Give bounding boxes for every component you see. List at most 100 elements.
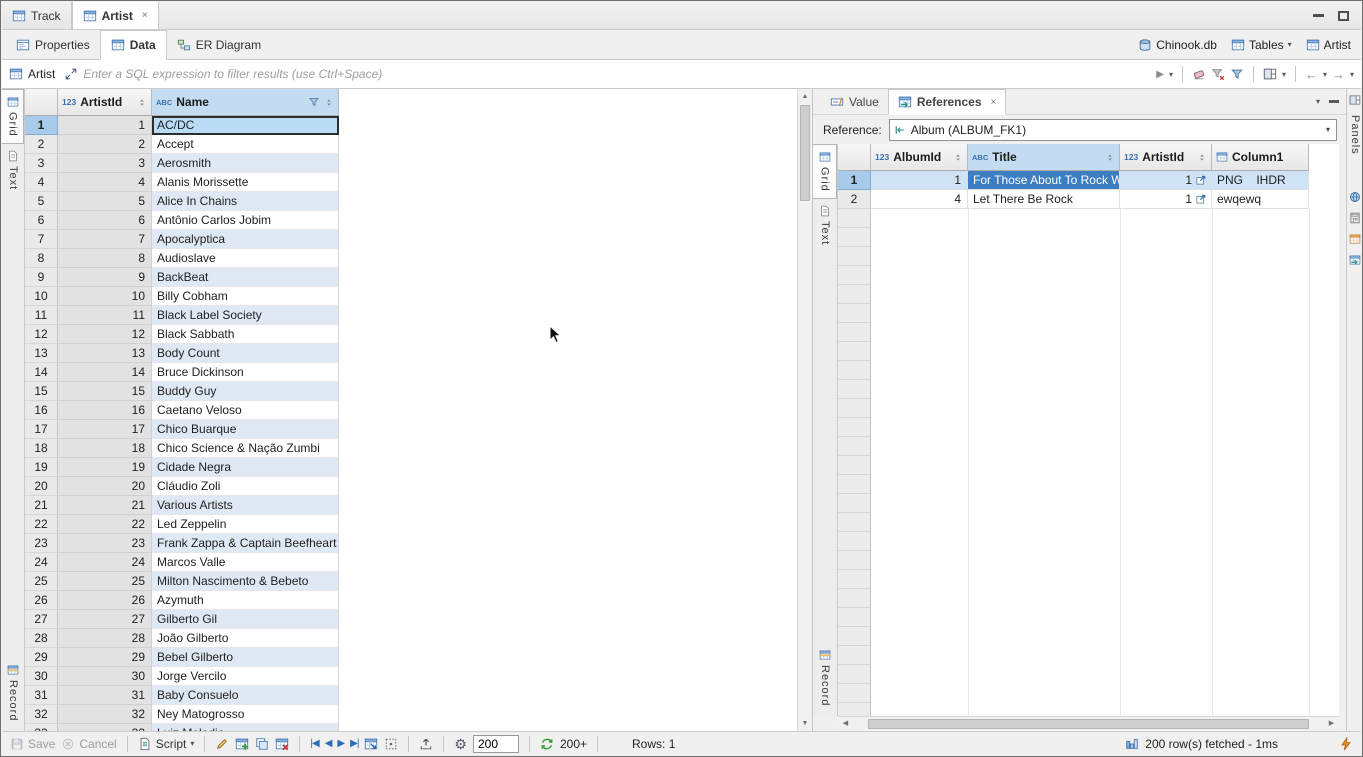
edit-cell-icon[interactable] <box>215 737 229 751</box>
row-number[interactable]: 4 <box>25 173 58 192</box>
artistid-cell[interactable]: 1 <box>1120 171 1212 190</box>
row-number[interactable]: 5 <box>25 192 58 211</box>
scroll-left-icon[interactable]: ◀ <box>838 717 853 731</box>
name-cell[interactable]: Bebel Gilberto <box>152 648 339 667</box>
row-number[interactable]: 27 <box>25 610 58 629</box>
table-row[interactable]: 17 17 Chico Buarque <box>25 420 797 439</box>
forward-icon[interactable]: → <box>1332 67 1345 82</box>
row-number[interactable]: 1 <box>25 116 58 135</box>
reference-row[interactable]: 1 1 For Those About To Rock We Salute Yo… <box>838 171 1339 190</box>
table-row[interactable]: 13 13 Body Count <box>25 344 797 363</box>
custom-filter-icon[interactable] <box>1230 67 1244 81</box>
row-number[interactable]: 11 <box>25 306 58 325</box>
close-icon[interactable]: × <box>142 10 148 21</box>
notifications-icon[interactable] <box>1339 737 1353 751</box>
name-cell[interactable]: Cláudio Zoli <box>152 477 339 496</box>
artistid-cell[interactable]: 13 <box>58 344 152 363</box>
artistid-cell[interactable]: 18 <box>58 439 152 458</box>
panels-layout-icon[interactable] <box>1263 67 1277 81</box>
dropdown-icon[interactable]: ▾ <box>1320 125 1336 134</box>
row-number[interactable]: 21 <box>25 496 58 515</box>
name-cell[interactable]: Chico Science & Nação Zumbi <box>152 439 339 458</box>
view-menu-icon[interactable]: ▾ <box>1316 97 1320 106</box>
table-row[interactable]: 1 1 AC/DC <box>25 116 797 135</box>
table-row[interactable]: 7 7 Apocalyptica <box>25 230 797 249</box>
artistid-cell[interactable]: 14 <box>58 363 152 382</box>
minimize-icon[interactable] <box>1313 14 1324 17</box>
name-cell[interactable]: AC/DC <box>152 116 339 135</box>
row-number[interactable]: 1 <box>838 171 871 190</box>
artistid-cell[interactable]: 7 <box>58 230 152 249</box>
row-number[interactable]: 14 <box>25 363 58 382</box>
row-number[interactable]: 25 <box>25 572 58 591</box>
artistid-cell[interactable]: 17 <box>58 420 152 439</box>
artistid-cell[interactable]: 32 <box>58 705 152 724</box>
save-button[interactable]: Save <box>10 737 55 751</box>
fetch-size-input[interactable] <box>473 735 519 753</box>
name-cell[interactable]: Luiz Melodia <box>152 724 339 731</box>
artistid-cell[interactable]: 10 <box>58 287 152 306</box>
table-row[interactable]: 33 33 Luiz Melodia <box>25 724 797 731</box>
duplicate-row-icon[interactable] <box>255 737 269 751</box>
table-row[interactable]: 22 22 Led Zeppelin <box>25 515 797 534</box>
name-cell[interactable]: Alice In Chains <box>152 192 339 211</box>
artistid-cell[interactable]: 9 <box>58 268 152 287</box>
name-cell[interactable]: Alanis Morissette <box>152 173 339 192</box>
title-cell[interactable]: For Those About To Rock We Salute You <box>968 171 1120 190</box>
row-number[interactable]: 17 <box>25 420 58 439</box>
scroll-right-icon[interactable]: ▶ <box>1324 717 1339 731</box>
column1-cell[interactable]: PNG IHDR <box>1212 171 1309 190</box>
artistid-cell[interactable]: 28 <box>58 629 152 648</box>
chevron-down-icon[interactable]: ▾ <box>1350 70 1354 79</box>
row-number[interactable]: 10 <box>25 287 58 306</box>
artistid-cell[interactable]: 22 <box>58 515 152 534</box>
name-cell[interactable]: Apocalyptica <box>152 230 339 249</box>
sort-icon[interactable] <box>324 97 334 108</box>
artistid-cell[interactable]: 3 <box>58 154 152 173</box>
name-cell[interactable]: Azymuth <box>152 591 339 610</box>
sort-icon[interactable] <box>1197 152 1207 163</box>
panel-side-tab-text[interactable]: Text <box>813 199 837 251</box>
row-number[interactable]: 28 <box>25 629 58 648</box>
open-reference-icon[interactable] <box>1195 174 1207 186</box>
name-cell[interactable]: Accept <box>152 135 339 154</box>
row-number[interactable]: 29 <box>25 648 58 667</box>
table-row[interactable]: 5 5 Alice In Chains <box>25 192 797 211</box>
reference-select[interactable]: Album (ALBUM_FK1) ▾ <box>889 119 1337 141</box>
table-row[interactable]: 27 27 Gilberto Gil <box>25 610 797 629</box>
name-cell[interactable]: Milton Nascimento & Bebeto <box>152 572 339 591</box>
row-number[interactable]: 6 <box>25 211 58 230</box>
expand-filter-icon[interactable] <box>64 67 78 81</box>
panel-side-tab-grid[interactable]: Grid <box>813 144 837 199</box>
table-row[interactable]: 19 19 Cidade Negra <box>25 458 797 477</box>
row-number[interactable]: 12 <box>25 325 58 344</box>
artistid-cell[interactable]: 6 <box>58 211 152 230</box>
artistid-cell[interactable]: 1 <box>58 116 152 135</box>
schema-selector[interactable]: Tables ▾ <box>1231 38 1292 52</box>
delete-row-icon[interactable] <box>275 737 289 751</box>
row-number[interactable]: 3 <box>25 154 58 173</box>
name-cell[interactable]: Jorge Vercilo <box>152 667 339 686</box>
row-number[interactable]: 7 <box>25 230 58 249</box>
artistid-cell[interactable]: 16 <box>58 401 152 420</box>
open-reference-icon[interactable] <box>1195 193 1207 205</box>
database-selector[interactable]: Chinook.db <box>1138 38 1217 52</box>
name-cell[interactable]: Led Zeppelin <box>152 515 339 534</box>
row-number[interactable]: 31 <box>25 686 58 705</box>
remove-filter-icon[interactable] <box>1211 67 1225 81</box>
settings-gear-icon[interactable]: ⚙ <box>454 737 467 751</box>
panel-tab-value[interactable]: Value <box>821 89 888 114</box>
name-cell[interactable]: Billy Cobham <box>152 287 339 306</box>
table-row[interactable]: 3 3 Aerosmith <box>25 154 797 173</box>
table-row[interactable]: 4 4 Alanis Morissette <box>25 173 797 192</box>
table-row[interactable]: 21 21 Various Artists <box>25 496 797 515</box>
name-cell[interactable]: João Gilberto <box>152 629 339 648</box>
last-row-icon[interactable]: ▶| <box>350 738 358 749</box>
editor-tab-artist[interactable]: Artist × <box>72 2 159 29</box>
artistid-cell[interactable]: 19 <box>58 458 152 477</box>
previous-row-icon[interactable]: ◀ <box>325 738 332 749</box>
table-row[interactable]: 25 25 Milton Nascimento & Bebeto <box>25 572 797 591</box>
side-tab-text[interactable]: Text <box>2 144 24 196</box>
name-cell[interactable]: Cidade Negra <box>152 458 339 477</box>
row-number[interactable]: 20 <box>25 477 58 496</box>
